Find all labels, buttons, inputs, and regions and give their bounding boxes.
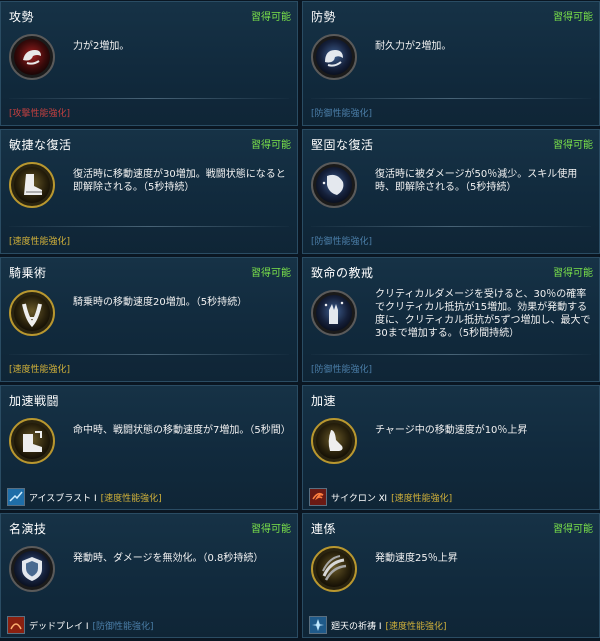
hand-sparkle-icon	[311, 290, 357, 336]
shield-fist-icon	[311, 162, 357, 208]
ice-blast-icon	[7, 488, 25, 506]
card-title: 名演技	[9, 522, 47, 536]
blue-fist-icon	[311, 34, 357, 80]
card-title: 騎乗術	[9, 266, 47, 280]
card-description: 発動速度25％上昇	[375, 553, 458, 564]
card-description: 耐久力が2増加。	[375, 41, 452, 52]
category-label: [速度性能強化]	[9, 237, 71, 247]
card-description: 力が2増加。	[73, 41, 130, 52]
linked-skill[interactable]: アイスブラスト Ⅰ [速度性能強化]	[7, 488, 162, 506]
divider	[311, 226, 591, 227]
linked-skill[interactable]: 廻天の祈祷 Ⅰ [速度性能強化]	[309, 616, 447, 634]
learnable-status: 習得可能	[251, 524, 291, 535]
card-title: 堅固な復活	[311, 138, 374, 152]
category-label: [防御性能強化]	[311, 109, 373, 119]
divider	[9, 98, 289, 99]
card-title: 敏捷な復活	[9, 138, 72, 152]
card-description: 騎乗時の移動速度20増加。（5秒持続）	[73, 297, 248, 308]
category-label: [防御性能強化]	[311, 237, 373, 247]
category-label: [防御性能強化]	[311, 365, 373, 375]
divider	[311, 98, 591, 99]
skill-card-horsemanship[interactable]: 騎乗術 習得可能 騎乗時の移動速度20増加。（5秒持続） [速度性能強化]	[0, 257, 298, 382]
passive-skill-grid: 攻勢 習得可能 力が2増加。 [攻撃性能強化] 防勢 習得可能 耐久力が2増加。…	[0, 0, 600, 641]
linked-skill-category: [防御性能強化]	[92, 621, 154, 632]
boot-icon	[9, 162, 55, 208]
card-description: 復活時に移動速度が30増加。戦闘状態になると即解除される。（5秒持続）	[73, 169, 286, 193]
learnable-status: 習得可能	[553, 524, 593, 535]
skill-card-acceleration-combat[interactable]: 加速戦闘 命中時、戦闘状態の移動速度が7増加。（5秒間） アイスブラスト Ⅰ […	[0, 385, 298, 510]
divider	[9, 226, 289, 227]
linked-skill-name: サイクロン Ⅺ	[331, 493, 388, 504]
learnable-status: 習得可能	[553, 140, 593, 151]
divider	[311, 354, 591, 355]
category-label: [速度性能強化]	[9, 365, 71, 375]
prayer-icon	[309, 616, 327, 634]
linked-skill-category: [速度性能強化]	[100, 493, 162, 504]
claw-icon	[311, 546, 357, 592]
dead-play-icon	[7, 616, 25, 634]
card-title: 攻勢	[9, 10, 35, 24]
divider	[9, 354, 289, 355]
skill-card-coordination[interactable]: 連係 習得可能 発動速度25％上昇 廻天の祈祷 Ⅰ [速度性能強化]	[302, 513, 600, 638]
linked-skill-category: [速度性能強化]	[385, 621, 447, 632]
gold-boot-icon	[9, 418, 55, 464]
cyclone-icon	[309, 488, 327, 506]
shield-icon	[9, 546, 55, 592]
linked-skill-name: デッドプレイ Ⅰ	[29, 621, 89, 632]
skill-card-agile-revival[interactable]: 敏捷な復活 習得可能 復活時に移動速度が30増加。戦闘状態になると即解除される。…	[0, 129, 298, 254]
card-description: 発動時、ダメージを無効化。（0.8秒持続）	[73, 553, 264, 564]
card-description: 復活時に被ダメージが50％減少。スキル使用時、即解除される。（5秒持続）	[375, 169, 578, 193]
horseshoe-icon	[9, 290, 55, 336]
learnable-status: 習得可能	[251, 268, 291, 279]
linked-skill-name: 廻天の祈祷 Ⅰ	[331, 621, 382, 632]
learnable-status: 習得可能	[251, 140, 291, 151]
card-title: 連係	[311, 522, 337, 536]
linked-skill-name: アイスブラスト Ⅰ	[29, 493, 97, 504]
skill-card-attack[interactable]: 攻勢 習得可能 力が2増加。 [攻撃性能強化]	[0, 1, 298, 126]
red-fist-icon	[9, 34, 55, 80]
skill-card-defense[interactable]: 防勢 習得可能 耐久力が2増加。 [防御性能強化]	[302, 1, 600, 126]
skill-card-fine-acting[interactable]: 名演技 習得可能 発動時、ダメージを無効化。（0.8秒持続） デッドプレイ Ⅰ …	[0, 513, 298, 638]
card-title: 防勢	[311, 10, 337, 24]
skill-card-solid-revival[interactable]: 堅固な復活 習得可能 復活時に被ダメージが50％減少。スキル使用時、即解除される…	[302, 129, 600, 254]
card-title: 致命の教戒	[311, 266, 374, 280]
card-description: 命中時、戦闘状態の移動速度が7増加。（5秒間）	[73, 425, 291, 436]
card-description: クリティカルダメージを受けると、30％の確率でクリティカル抵抗が15増加。効果が…	[375, 289, 591, 339]
learnable-status: 習得可能	[251, 12, 291, 23]
card-description: チャージ中の移動速度が10％上昇	[375, 425, 528, 436]
category-label: [攻撃性能強化]	[9, 109, 71, 119]
learnable-status: 習得可能	[553, 268, 593, 279]
linked-skill[interactable]: サイクロン Ⅺ [速度性能強化]	[309, 488, 452, 506]
card-title: 加速	[311, 394, 337, 408]
skill-card-acceleration[interactable]: 加速 チャージ中の移動速度が10％上昇 サイクロン Ⅺ [速度性能強化]	[302, 385, 600, 510]
linked-skill[interactable]: デッドプレイ Ⅰ [防御性能強化]	[7, 616, 154, 634]
card-title: 加速戦闘	[9, 394, 60, 408]
learnable-status: 習得可能	[553, 12, 593, 23]
skill-card-fatal-precept[interactable]: 致命の教戒 習得可能 クリティカルダメージを受けると、30％の確率でクリティカル…	[302, 257, 600, 382]
foot-icon	[311, 418, 357, 464]
linked-skill-category: [速度性能強化]	[391, 493, 453, 504]
